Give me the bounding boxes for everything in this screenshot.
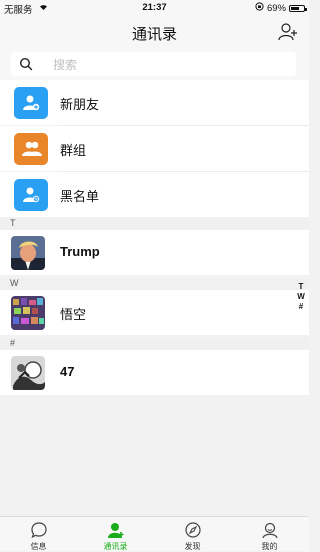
index-letter-t[interactable]: T	[295, 282, 307, 292]
search-input[interactable]	[51, 55, 285, 75]
chat-bubble-icon	[30, 522, 47, 539]
compass-icon	[184, 522, 201, 538]
groups-row[interactable]: 群组	[0, 126, 309, 171]
contact-row-trump[interactable]: Trump	[0, 230, 309, 275]
section-header-w: W	[0, 278, 309, 290]
tab-label: 我的	[261, 542, 278, 551]
status-bar: 无服务 21:37 69%	[0, 0, 309, 16]
status-right: 69%	[255, 2, 307, 14]
add-person-icon	[278, 23, 297, 41]
contact-row-wukong[interactable]: 悟空	[0, 290, 309, 335]
tab-label: 通讯录	[103, 542, 128, 551]
new-friends-row[interactable]: 新朋友	[0, 80, 309, 125]
contact-name: 47	[60, 364, 75, 379]
groups-tile	[14, 133, 48, 165]
section-header-t: T	[0, 218, 309, 230]
search-icon	[19, 57, 33, 71]
avatar	[11, 296, 45, 330]
index-letter-w[interactable]: W	[295, 292, 307, 302]
avatar	[11, 356, 45, 390]
tab-label: 发现	[184, 542, 201, 551]
section-header-hash: #	[0, 338, 309, 350]
blacklist-row[interactable]: 黑名单	[0, 172, 309, 217]
alphabet-index-bar[interactable]: T W #	[295, 282, 307, 312]
section-letter: #	[10, 338, 16, 348]
person-block-icon	[23, 187, 40, 203]
section-letter: W	[10, 278, 19, 288]
tab-me[interactable]: 我的	[231, 519, 308, 551]
contact-row-47[interactable]: 47	[0, 350, 309, 395]
contact-name: Trump	[60, 244, 100, 259]
index-letter-hash[interactable]: #	[295, 302, 307, 312]
search-box[interactable]	[11, 52, 296, 76]
profile-icon	[261, 522, 278, 539]
groups-label: 群组	[60, 143, 87, 158]
section-letter: T	[10, 218, 16, 228]
add-contact-button[interactable]	[277, 21, 299, 43]
new-friends-label: 新朋友	[60, 97, 100, 112]
orientation-lock-icon	[255, 2, 264, 14]
contacts-icon	[107, 523, 123, 538]
battery-percent: 69%	[266, 2, 286, 14]
page-title: 通讯录	[131, 26, 177, 43]
search-area	[0, 50, 309, 80]
tab-messages[interactable]: 信息	[0, 519, 77, 551]
new-friends-tile	[14, 87, 48, 119]
tab-label: 信息	[30, 542, 47, 551]
person-add-icon	[23, 95, 40, 111]
tab-contacts[interactable]: 通讯录	[77, 519, 154, 551]
tab-discover[interactable]: 发现	[154, 519, 231, 551]
battery-icon	[289, 4, 307, 12]
avatar	[11, 236, 45, 270]
blacklist-tile	[14, 179, 48, 211]
battery-fill	[291, 6, 300, 10]
blacklist-label: 黑名单	[60, 189, 100, 204]
contact-name: 悟空	[60, 307, 87, 322]
group-icon	[22, 141, 42, 156]
tab-bar: 信息 通讯录 发现 我的	[0, 516, 309, 551]
nav-bar: 通讯录	[0, 14, 309, 50]
